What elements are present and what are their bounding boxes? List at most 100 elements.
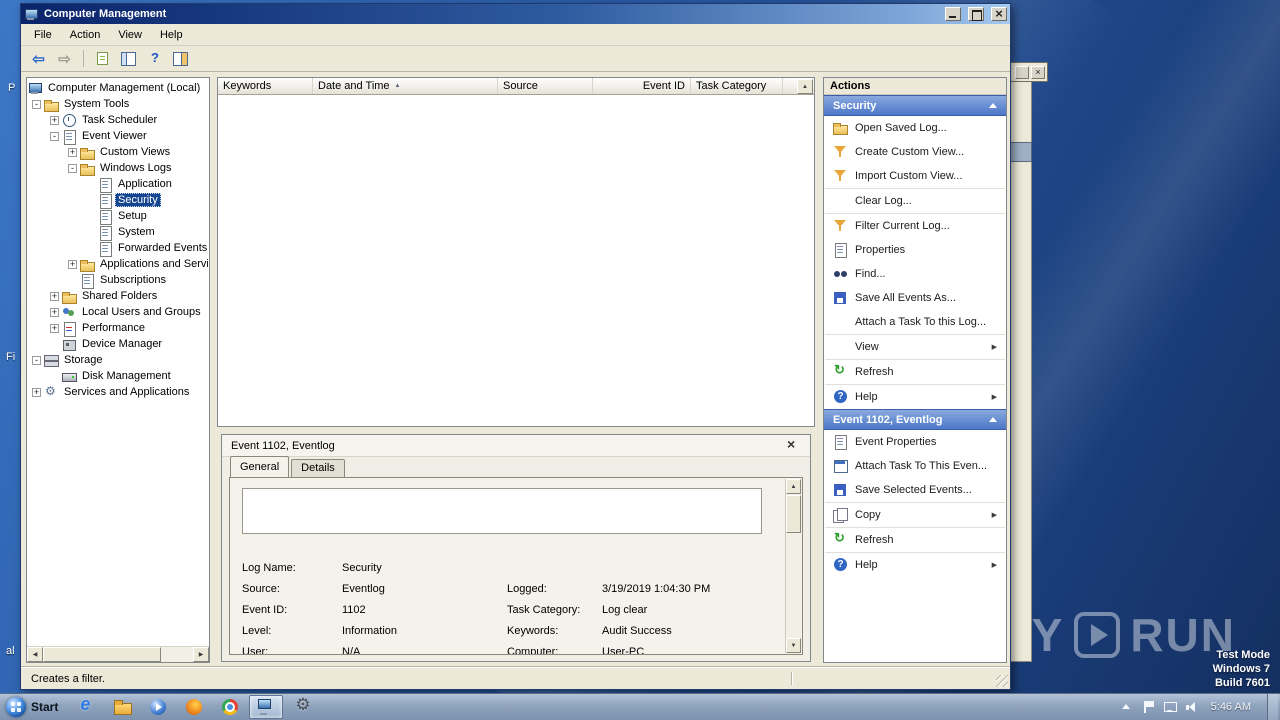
action-copy[interactable]: Copy ▶ bbox=[824, 503, 1006, 527]
forward-button[interactable]: ⇨ bbox=[53, 48, 76, 70]
background-window-maximize-button[interactable] bbox=[1015, 65, 1029, 79]
tab-details[interactable]: Details bbox=[291, 459, 345, 477]
tree-item-storage[interactable]: - Storage bbox=[28, 352, 208, 368]
close-button[interactable] bbox=[991, 6, 1007, 22]
action-clear-log[interactable]: Clear Log... bbox=[824, 189, 1006, 213]
start-button[interactable]: Start bbox=[0, 694, 68, 720]
scroll-left-button[interactable]: ◀ bbox=[27, 647, 43, 662]
scroll-right-button[interactable]: ▶ bbox=[193, 647, 209, 662]
scrollbar-track[interactable] bbox=[161, 647, 193, 662]
expand-plus-icon[interactable]: + bbox=[50, 307, 59, 317]
preview-close-icon[interactable] bbox=[785, 436, 801, 453]
action-group-event-1102-eventlog[interactable]: Event 1102, Eventlog bbox=[824, 409, 1006, 430]
tree-horizontal-scrollbar[interactable]: ◀ ▶ bbox=[27, 646, 209, 662]
column-header-task-category[interactable]: Task Category bbox=[691, 78, 783, 94]
action-event-properties[interactable]: Event Properties bbox=[824, 430, 1006, 454]
volume-icon[interactable] bbox=[1185, 700, 1199, 714]
tree-item-local-users-and-groups[interactable]: + Local Users and Groups bbox=[28, 304, 208, 320]
action-help[interactable]: Help▶ bbox=[824, 553, 1006, 577]
tree-item-shared-folders[interactable]: + Shared Folders bbox=[28, 288, 208, 304]
tree-item-application[interactable]: +Application bbox=[28, 176, 208, 193]
collapse-chevron-icon[interactable] bbox=[989, 417, 997, 422]
scroll-up-button[interactable]: ▲ bbox=[786, 479, 801, 494]
action-create-custom-view[interactable]: Create Custom View... bbox=[824, 140, 1006, 164]
tree-item-applications-and-servi[interactable]: + Applications and Servi bbox=[28, 256, 208, 272]
action-refresh[interactable]: Refresh bbox=[824, 528, 1006, 552]
hidden-icons-icon[interactable] bbox=[1119, 700, 1133, 714]
minimize-button[interactable] bbox=[945, 7, 961, 21]
menu-view[interactable]: View bbox=[109, 26, 151, 44]
tree-item-subscriptions[interactable]: +Subscriptions bbox=[28, 272, 208, 289]
maximize-button[interactable] bbox=[968, 7, 984, 21]
tree-item-system[interactable]: +System bbox=[28, 224, 208, 241]
resize-grip[interactable] bbox=[996, 675, 1008, 687]
column-header-date-and-time[interactable]: Date and Time ▲ bbox=[313, 78, 498, 94]
column-header-keywords[interactable]: Keywords bbox=[218, 78, 313, 94]
collapse-minus-icon[interactable]: - bbox=[68, 163, 77, 173]
taskbar-windows-explorer[interactable] bbox=[105, 695, 139, 719]
collapse-minus-icon[interactable]: - bbox=[32, 355, 41, 365]
tree-item-setup[interactable]: +Setup bbox=[28, 208, 208, 225]
column-header-source[interactable]: Source bbox=[498, 78, 593, 94]
tree-item-custom-views[interactable]: + Custom Views bbox=[28, 144, 208, 160]
tree-item-computer-management-local[interactable]: Computer Management (Local) bbox=[28, 80, 208, 96]
action-group-security[interactable]: Security bbox=[824, 95, 1006, 116]
tree-item-performance[interactable]: + Performance bbox=[28, 320, 208, 337]
action-view[interactable]: View ▶ bbox=[824, 335, 1006, 359]
expand-plus-icon[interactable]: + bbox=[50, 323, 59, 333]
action-open-saved-log[interactable]: Open Saved Log... bbox=[824, 116, 1006, 140]
action-refresh[interactable]: Refresh bbox=[824, 360, 1006, 384]
column-header-event-id[interactable]: Event ID bbox=[593, 78, 691, 94]
collapse-minus-icon[interactable]: - bbox=[50, 131, 59, 141]
title-bar[interactable]: Computer Management bbox=[21, 4, 1010, 24]
tree-item-disk-management[interactable]: +Disk Management bbox=[28, 368, 208, 384]
action-find[interactable]: Find... bbox=[824, 262, 1006, 286]
help-toolbar-button[interactable] bbox=[143, 48, 166, 70]
menu-help[interactable]: Help bbox=[151, 26, 192, 44]
tree-item-task-scheduler[interactable]: + Task Scheduler bbox=[28, 112, 208, 128]
network-icon[interactable] bbox=[1163, 700, 1177, 714]
preview-scrollbar[interactable]: ▲ ▼ bbox=[785, 479, 801, 653]
tree-item-services-and-applications[interactable]: + Services and Applications bbox=[28, 384, 208, 400]
taskbar-internet-explorer[interactable] bbox=[69, 694, 103, 719]
taskbar-clock[interactable]: 5:46 AM bbox=[1207, 701, 1259, 713]
taskbar-gear-app[interactable] bbox=[285, 695, 319, 719]
menu-action[interactable]: Action bbox=[61, 26, 110, 44]
show-action-pane-button[interactable] bbox=[169, 48, 192, 70]
action-import-custom-view[interactable]: Import Custom View... bbox=[824, 164, 1006, 188]
show-console-tree-button[interactable] bbox=[117, 48, 140, 70]
taskbar-chrome[interactable] bbox=[213, 695, 247, 719]
action-help[interactable]: Help▶ bbox=[824, 385, 1006, 409]
expand-plus-icon[interactable]: + bbox=[50, 291, 59, 301]
expand-plus-icon[interactable]: + bbox=[68, 147, 77, 157]
scrollbar-thumb[interactable] bbox=[43, 647, 161, 662]
tree-item-security[interactable]: +Security bbox=[28, 192, 208, 209]
action-save-all-events-as[interactable]: Save All Events As... bbox=[824, 286, 1006, 310]
expand-plus-icon[interactable]: + bbox=[32, 387, 41, 397]
action-center-icon[interactable] bbox=[1141, 700, 1155, 714]
collapse-minus-icon[interactable]: - bbox=[32, 99, 41, 109]
tree-item-event-viewer[interactable]: - Event Viewer bbox=[28, 128, 208, 145]
action-attach-task-to-this-even[interactable]: Attach Task To This Even... bbox=[824, 454, 1006, 478]
scroll-down-button[interactable]: ▼ bbox=[786, 638, 801, 653]
background-window-close-button[interactable]: × bbox=[1031, 65, 1045, 79]
expand-plus-icon[interactable]: + bbox=[50, 115, 59, 125]
action-attach-a-task-to-this-log[interactable]: Attach a Task To this Log... bbox=[824, 310, 1006, 334]
expand-plus-icon[interactable]: + bbox=[68, 259, 77, 269]
scrollbar-thumb[interactable] bbox=[786, 495, 801, 533]
back-button[interactable]: ⇦ bbox=[27, 48, 50, 70]
tree-item-device-manager[interactable]: +Device Manager bbox=[28, 336, 208, 352]
collapse-chevron-icon[interactable] bbox=[989, 103, 997, 108]
tab-general[interactable]: General bbox=[230, 456, 290, 477]
tree-item-forwarded-events[interactable]: +Forwarded Events bbox=[28, 240, 208, 257]
tree-item-system-tools[interactable]: - System Tools bbox=[28, 96, 208, 112]
taskbar-media-player[interactable] bbox=[141, 695, 175, 719]
action-properties[interactable]: Properties bbox=[824, 238, 1006, 262]
export-list-button[interactable] bbox=[91, 48, 114, 70]
menu-file[interactable]: File bbox=[25, 26, 61, 44]
taskbar-firefox[interactable] bbox=[177, 695, 211, 719]
show-desktop-button[interactable] bbox=[1267, 694, 1278, 720]
taskbar-computer-management[interactable] bbox=[249, 695, 284, 719]
tree-item-windows-logs[interactable]: - Windows Logs bbox=[28, 160, 208, 176]
action-filter-current-log[interactable]: Filter Current Log... bbox=[824, 214, 1006, 238]
